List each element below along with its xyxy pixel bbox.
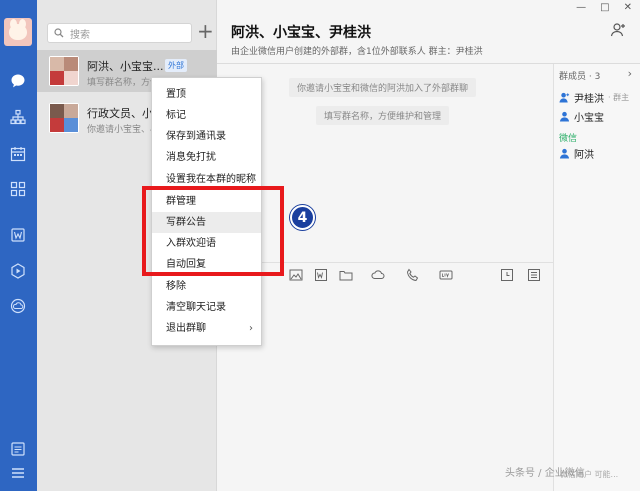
menu-item-exit-group[interactable]: 退出群聊 › [152, 318, 261, 339]
member-role: · 群主 [608, 93, 630, 102]
watermark: 头条号 / 企业微信 [505, 468, 585, 479]
menu-item-save-to-contacts[interactable]: 保存到通讯录 [152, 126, 261, 147]
menu-item-mark[interactable]: 标记 [152, 105, 261, 126]
system-message: 你邀请小宝宝和微信的阿洪加入了外部群聊 [289, 78, 477, 97]
word-file-icon[interactable] [314, 268, 328, 282]
members-header: 群成员 · 3 [559, 72, 601, 82]
notes-icon[interactable] [9, 440, 27, 458]
image-icon[interactable] [289, 268, 303, 282]
folder-icon[interactable] [339, 268, 353, 282]
menu-icon[interactable] [9, 464, 27, 482]
hexagon-play-icon[interactable] [9, 262, 27, 280]
cloud-disk-icon[interactable] [9, 297, 27, 315]
search-box[interactable]: 搜索 [47, 23, 192, 43]
org-chart-icon[interactable] [9, 108, 27, 126]
close-button[interactable]: ✕ [624, 2, 632, 13]
menu-item-remove[interactable]: 移除 [152, 276, 261, 297]
minimize-button[interactable]: — [576, 2, 586, 13]
left-rail [0, 0, 37, 491]
step-badge: 4 [290, 205, 315, 230]
menu-item-clear-history[interactable]: 清空聊天记录 [152, 297, 261, 318]
user-icon [559, 148, 570, 159]
wechat-group-label: 微信 [559, 134, 578, 144]
chat-record-icon[interactable] [527, 268, 541, 282]
member-name: 阿洪 [574, 150, 594, 161]
avatar-face [9, 24, 27, 40]
history-icon[interactable] [500, 268, 514, 282]
menu-item-exit-group-label: 退出群聊 [166, 323, 206, 334]
add-member-icon[interactable] [610, 22, 626, 38]
member-item[interactable]: 阿洪 [559, 146, 594, 161]
phone-icon[interactable] [406, 268, 420, 282]
calendar-icon[interactable] [9, 145, 27, 163]
conversation-preview: 你邀请小宝宝、小 [87, 125, 160, 135]
maximize-button[interactable]: □ [600, 2, 609, 13]
group-avatar [49, 56, 79, 86]
cloud-icon[interactable] [371, 268, 385, 282]
user-avatar[interactable] [4, 18, 32, 46]
members-more-chevron[interactable]: › [628, 67, 632, 80]
system-message: 填写群名称，方便维护和管理 [316, 106, 450, 125]
menu-item-pin[interactable]: 置顶 [152, 84, 261, 105]
apps-grid-icon[interactable] [9, 180, 27, 198]
highlight-box [142, 186, 284, 276]
owner-user-icon [559, 92, 570, 103]
user-icon [559, 111, 570, 122]
add-button[interactable]: + [197, 20, 214, 42]
group-avatar [49, 103, 79, 133]
chevron-right-icon: › [249, 323, 253, 334]
search-placeholder: 搜索 [70, 29, 90, 41]
window-controls: — □ ✕ [576, 2, 632, 13]
member-name: 小宝宝 [574, 113, 604, 124]
external-tag: 外部 [165, 59, 187, 72]
document-icon[interactable] [9, 226, 27, 244]
conversation-name: 阿洪、小宝宝... [87, 60, 164, 73]
member-item[interactable]: 尹桂洪 · 群主 [559, 90, 629, 105]
member-item[interactable]: 小宝宝 [559, 109, 604, 124]
members-panel: 群成员 · 3 › 尹桂洪 · 群主 小宝宝 微信 阿洪 微信用户 可能... [553, 64, 640, 491]
menu-item-mute[interactable]: 消息免打扰 [152, 147, 261, 168]
member-name: 尹桂洪 [574, 94, 604, 105]
chat-title: 阿洪、小宝宝、尹桂洪 [231, 25, 371, 41]
message-icon[interactable] [9, 72, 27, 90]
live-icon[interactable] [439, 268, 453, 282]
chat-subtitle: 由企业微信用户创建的外部群，含1位外部联系人 群主：尹桂洪 [231, 47, 483, 57]
search-icon [54, 28, 64, 38]
